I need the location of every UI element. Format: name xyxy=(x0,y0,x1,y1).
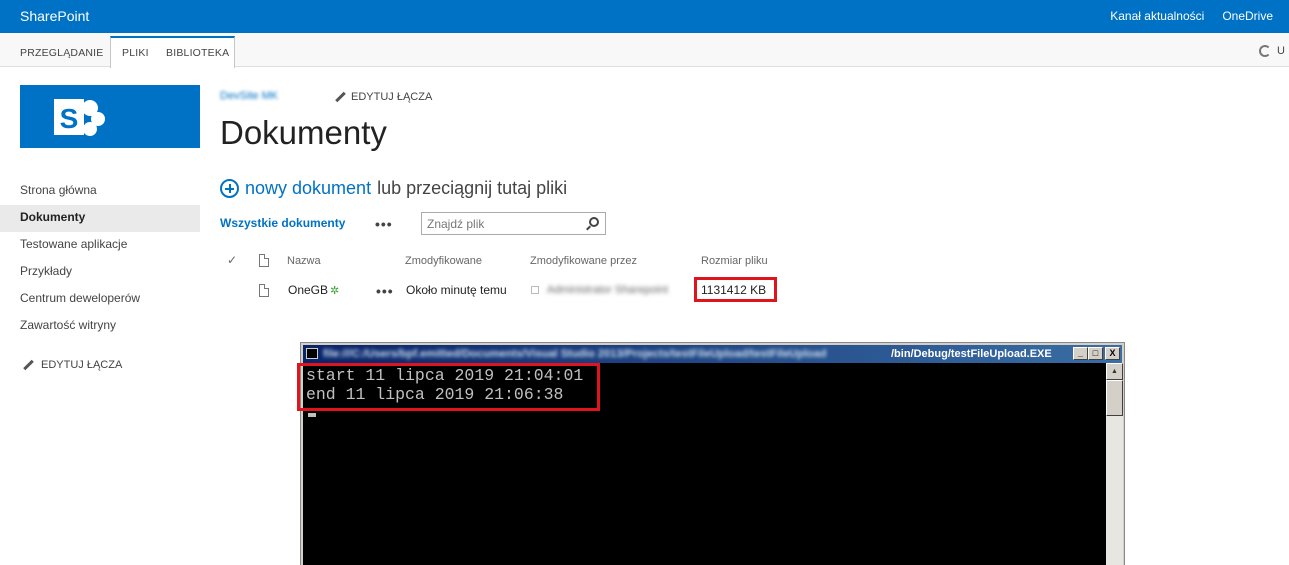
maximize-button[interactable]: □ xyxy=(1088,347,1103,360)
svg-text:S: S xyxy=(60,103,79,134)
timestamps-highlight xyxy=(297,363,600,411)
nav-item-site-contents[interactable]: Zawartość witryny xyxy=(0,313,200,340)
sync-label: U xyxy=(1277,45,1285,57)
suite-bar: SharePoint Kanał aktualności OneDrive xyxy=(0,0,1289,33)
sync-icon xyxy=(1259,45,1272,57)
column-header-modified-by[interactable]: Zmodyfikowane przez xyxy=(530,255,637,267)
new-document-link[interactable]: nowy dokument xyxy=(245,178,371,199)
scroll-up-button[interactable]: ▲ xyxy=(1106,363,1123,380)
pencil-icon xyxy=(334,92,345,103)
nav-item-documents[interactable]: Dokumenty xyxy=(0,205,200,232)
new-item-icon: ✲ xyxy=(330,285,340,297)
edit-links-nav-label: EDYTUJ ŁĄCZA xyxy=(41,359,123,371)
file-size-highlight: 1131412 KB xyxy=(694,277,777,302)
onedrive-link[interactable]: OneDrive xyxy=(1222,9,1273,23)
table-row-file-size: 1131412 KB xyxy=(701,283,767,297)
plus-circle-icon[interactable] xyxy=(220,179,239,198)
table-row-modified: Około minutę temu xyxy=(406,283,507,297)
suite-links: Kanał aktualności OneDrive xyxy=(1110,9,1273,23)
drag-files-hint: lub przeciągnij tutaj pliki xyxy=(377,178,568,198)
nav-item-developer-center[interactable]: Centrum deweloperów xyxy=(0,286,200,313)
minimize-button[interactable]: _ xyxy=(1073,347,1088,360)
row-more-icon[interactable]: ••• xyxy=(376,283,394,299)
tab-library[interactable]: BIBLIOTEKA xyxy=(156,37,239,67)
table-row-modified-by[interactable]: Administrator Sharepoint xyxy=(531,284,668,296)
console-cursor xyxy=(308,413,316,417)
document-icon xyxy=(259,284,269,297)
edit-links-top-button[interactable]: EDYTUJ ŁĄCZA xyxy=(334,91,432,103)
left-navigation: Strona główna Dokumenty Testowane aplika… xyxy=(0,178,200,340)
find-file-search xyxy=(421,212,606,235)
column-header-modified[interactable]: Zmodyfikowane xyxy=(405,255,482,267)
newsfeed-link[interactable]: Kanał aktualności xyxy=(1110,9,1204,23)
console-title-path: /bin/Debug/testFileUpload.EXE xyxy=(891,348,1052,360)
modified-by-user[interactable]: Administrator Sharepoint xyxy=(547,284,668,296)
presence-checkbox-icon xyxy=(531,286,539,295)
sharepoint-logo-icon: S xyxy=(54,99,105,136)
column-header-file-size[interactable]: Rozmiar pliku xyxy=(701,255,768,267)
site-logo[interactable]: S xyxy=(20,85,200,148)
edit-links-label: EDYTUJ ŁĄCZA xyxy=(351,91,433,103)
views-more-icon[interactable]: ••• xyxy=(375,216,393,232)
console-title-path-blurred: file:///C:/Users/bpf.emitted/Documents/V… xyxy=(323,348,827,360)
tab-browse[interactable]: PRZEGLĄDANIE xyxy=(10,37,114,67)
site-name-breadcrumb[interactable]: DevSite MK xyxy=(220,90,278,102)
edit-links-nav-button[interactable]: EDYTUJ ŁĄCZA xyxy=(22,359,122,371)
scrollbar-thumb[interactable] xyxy=(1106,380,1123,416)
page-title: Dokumenty xyxy=(220,114,387,151)
console-app-icon[interactable] xyxy=(306,348,318,359)
file-name-link[interactable]: OneGB xyxy=(288,283,328,297)
nav-item-tested-apps[interactable]: Testowane aplikacje xyxy=(0,232,200,259)
nav-item-home[interactable]: Strona główna xyxy=(0,178,200,205)
tab-files[interactable]: PLIKI xyxy=(112,37,159,67)
select-all-check-icon[interactable]: ✓ xyxy=(227,253,237,267)
console-scrollbar[interactable]: ▲ xyxy=(1106,363,1123,565)
document-type-header-icon xyxy=(259,254,269,267)
console-title-bar[interactable]: file:///C:/Users/bpf.emitted/Documents/V… xyxy=(303,345,1122,363)
sharepoint-page: SharePoint Kanał aktualności OneDrive PR… xyxy=(0,0,1289,565)
nav-item-examples[interactable]: Przykłady xyxy=(0,259,200,286)
sharepoint-brand[interactable]: SharePoint xyxy=(20,8,89,24)
new-document-area: nowy dokument lub przeciągnij tutaj plik… xyxy=(220,178,567,199)
find-file-input[interactable] xyxy=(422,213,582,234)
ribbon: PRZEGLĄDANIE PLIKI BIBLIOTEKA U xyxy=(0,33,1289,68)
search-icon[interactable] xyxy=(589,217,599,227)
column-header-name[interactable]: Nazwa xyxy=(287,255,321,267)
view-all-documents[interactable]: Wszystkie dokumenty xyxy=(220,216,345,230)
sync-button[interactable]: U xyxy=(1259,45,1285,57)
close-button[interactable]: X xyxy=(1105,347,1120,360)
table-row-name[interactable]: OneGB ✲ xyxy=(288,283,339,297)
pencil-icon xyxy=(22,360,33,371)
